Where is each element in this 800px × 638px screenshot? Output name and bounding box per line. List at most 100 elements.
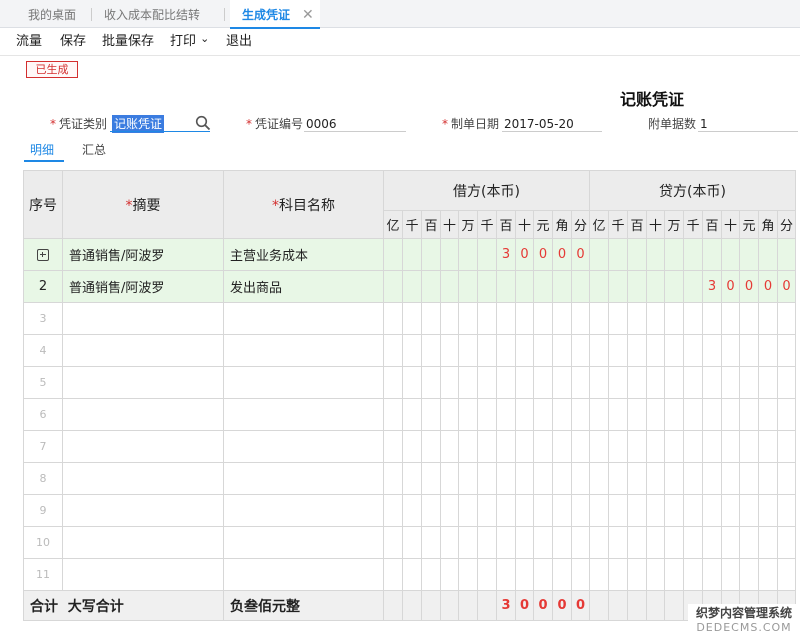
credit-digit-cell[interactable] [758,430,778,463]
debit-digit-cell[interactable] [421,238,441,271]
account-cell[interactable] [223,462,384,495]
table-row[interactable]: 3 [23,302,796,335]
credit-digit-cell[interactable] [777,430,796,463]
credit-digit-cell[interactable] [646,494,665,527]
debit-digit-cell[interactable] [515,270,534,303]
credit-digit-cell[interactable] [589,558,609,591]
debit-digit-cell[interactable] [458,270,478,303]
credit-digit-cell[interactable] [777,526,796,559]
debit-digit-cell[interactable] [477,366,497,399]
debit-digit-cell[interactable] [383,558,403,591]
credit-digit-cell[interactable] [702,558,722,591]
debit-digit-cell[interactable] [458,558,478,591]
credit-digit-cell[interactable] [664,270,684,303]
debit-digit-cell[interactable] [383,334,403,367]
credit-digit-cell[interactable] [758,558,778,591]
debit-digit-cell[interactable] [477,398,497,431]
debit-digit-cell[interactable] [571,334,590,367]
debit-digit-cell[interactable] [383,526,403,559]
credit-digit-cell[interactable] [702,526,722,559]
debit-digit-cell[interactable] [571,494,590,527]
summary-cell[interactable] [62,430,224,463]
credit-digit-cell[interactable] [758,334,778,367]
credit-digit-cell[interactable] [702,494,722,527]
credit-digit-cell[interactable] [608,398,628,431]
debit-digit-cell[interactable] [477,526,497,559]
debit-digit-cell[interactable] [477,558,497,591]
credit-digit-cell[interactable] [721,334,740,367]
credit-digit-cell[interactable] [683,398,703,431]
summary-cell[interactable]: 普通销售/阿波罗 [62,238,224,271]
debit-digit-cell[interactable] [383,270,403,303]
tab-income-cost-matching[interactable]: 收入成本配比结转 [104,0,200,28]
debit-digit-cell[interactable] [440,558,459,591]
account-cell[interactable] [223,526,384,559]
credit-digit-cell[interactable] [627,462,647,495]
credit-digit-cell[interactable] [589,526,609,559]
credit-digit-cell[interactable] [627,334,647,367]
credit-digit-cell[interactable]: 3 [702,270,722,303]
debit-digit-cell[interactable] [440,238,459,271]
credit-digit-cell[interactable] [758,302,778,335]
debit-digit-cell[interactable] [383,462,403,495]
credit-digit-cell[interactable] [683,270,703,303]
credit-digit-cell[interactable] [608,302,628,335]
credit-digit-cell[interactable] [758,526,778,559]
debit-digit-cell[interactable] [477,270,497,303]
credit-digit-cell[interactable] [739,526,759,559]
debit-digit-cell[interactable]: 0 [533,238,553,271]
debit-digit-cell[interactable] [421,302,441,335]
credit-digit-cell[interactable] [627,430,647,463]
credit-digit-cell[interactable] [721,238,740,271]
debit-digit-cell[interactable] [440,526,459,559]
tab-summary[interactable]: 汇总 [82,141,106,161]
debit-digit-cell[interactable] [383,398,403,431]
credit-digit-cell[interactable] [589,430,609,463]
debit-digit-cell[interactable] [458,366,478,399]
credit-digit-cell[interactable] [739,494,759,527]
debit-digit-cell[interactable] [421,366,441,399]
credit-digit-cell[interactable] [777,334,796,367]
credit-digit-cell[interactable]: 0 [721,270,740,303]
debit-digit-cell[interactable] [552,462,572,495]
credit-digit-cell[interactable] [664,526,684,559]
credit-digit-cell[interactable] [777,302,796,335]
credit-digit-cell[interactable] [683,302,703,335]
credit-digit-cell[interactable] [721,366,740,399]
table-row[interactable]: 4 [23,334,796,367]
debit-digit-cell[interactable] [402,430,422,463]
table-row[interactable]: 6 [23,398,796,431]
credit-digit-cell[interactable]: 0 [758,270,778,303]
credit-digit-cell[interactable] [777,366,796,399]
credit-digit-cell[interactable] [608,334,628,367]
debit-digit-cell[interactable] [496,398,516,431]
summary-cell[interactable] [62,558,224,591]
table-row[interactable]: 8 [23,462,796,495]
debit-digit-cell[interactable] [421,558,441,591]
debit-digit-cell[interactable] [515,366,534,399]
credit-digit-cell[interactable] [739,238,759,271]
debit-digit-cell[interactable] [515,526,534,559]
account-cell[interactable]: 主营业务成本 [223,238,384,271]
debit-digit-cell[interactable] [533,334,553,367]
account-cell[interactable]: 发出商品 [223,270,384,303]
credit-digit-cell[interactable]: 0 [777,270,796,303]
debit-digit-cell[interactable] [533,366,553,399]
credit-digit-cell[interactable] [589,270,609,303]
debit-digit-cell[interactable] [552,366,572,399]
debit-digit-cell[interactable] [552,558,572,591]
credit-digit-cell[interactable] [646,558,665,591]
debit-digit-cell[interactable] [496,462,516,495]
credit-digit-cell[interactable] [664,462,684,495]
debit-digit-cell[interactable] [477,238,497,271]
credit-digit-cell[interactable] [683,462,703,495]
debit-digit-cell[interactable] [402,398,422,431]
account-cell[interactable] [223,302,384,335]
debit-digit-cell[interactable] [440,462,459,495]
debit-digit-cell[interactable] [571,462,590,495]
debit-digit-cell[interactable] [477,430,497,463]
debit-digit-cell[interactable] [477,302,497,335]
credit-digit-cell[interactable] [589,334,609,367]
credit-digit-cell[interactable] [739,558,759,591]
credit-digit-cell[interactable] [608,238,628,271]
